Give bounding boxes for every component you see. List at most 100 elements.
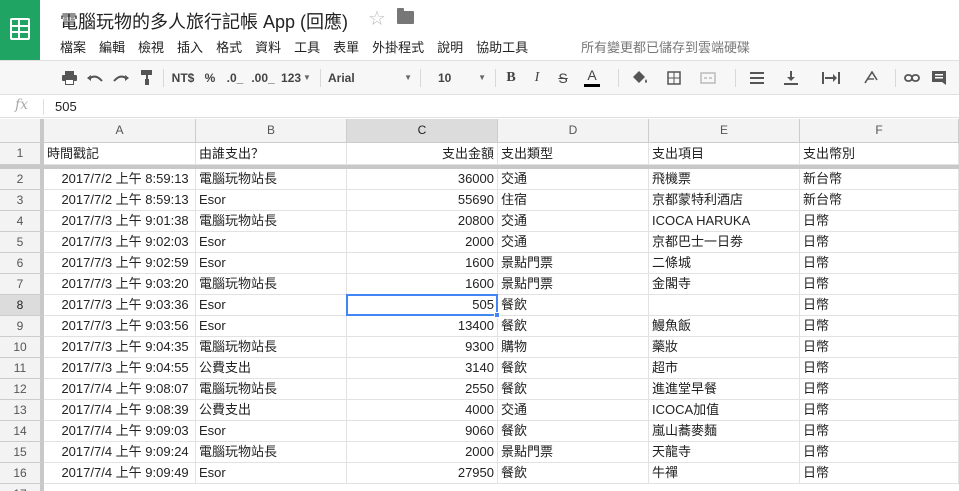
formula-input[interactable]: 505 xyxy=(55,99,77,114)
column-header-f[interactable]: F xyxy=(800,119,959,143)
cell[interactable]: 13400 xyxy=(347,316,498,337)
undo-icon[interactable] xyxy=(84,61,106,94)
cell[interactable]: 景點門票 xyxy=(498,253,649,274)
row-header[interactable]: 13 xyxy=(0,400,44,421)
cell[interactable]: 2017/7/4 上午 9:09:03 xyxy=(44,421,196,442)
borders-icon[interactable] xyxy=(660,61,688,94)
cell[interactable]: ICOCA加值 xyxy=(649,400,800,421)
cell[interactable]: 京都蒙特利酒店 xyxy=(649,190,800,211)
paint-format-icon[interactable] xyxy=(136,61,158,94)
menu-item[interactable]: 工具 xyxy=(294,37,320,56)
cell[interactable]: 2017/7/3 上午 9:04:55 xyxy=(44,358,196,379)
cell[interactable]: 2017/7/4 上午 9:08:07 xyxy=(44,379,196,400)
redo-icon[interactable] xyxy=(110,61,132,94)
cell[interactable]: 2017/7/3 上午 9:03:56 xyxy=(44,316,196,337)
row-header[interactable]: 16 xyxy=(0,463,44,484)
vertical-align-icon[interactable] xyxy=(778,61,804,94)
cell[interactable]: 505 xyxy=(347,295,498,316)
cell[interactable]: 2017/7/3 上午 9:02:03 xyxy=(44,232,196,253)
cell[interactable]: 日幣 xyxy=(800,211,959,232)
cell[interactable]: 日幣 xyxy=(800,337,959,358)
cell[interactable]: 1600 xyxy=(347,253,498,274)
menu-item[interactable]: 檢視 xyxy=(138,37,164,56)
column-header-e[interactable]: E xyxy=(649,119,800,143)
menu-item[interactable]: 外掛程式 xyxy=(372,37,424,56)
cell[interactable]: 藥妝 xyxy=(649,337,800,358)
menu-item[interactable]: 檔案 xyxy=(60,37,86,56)
cell[interactable]: 支出項目 xyxy=(649,143,800,165)
cell[interactable]: 9300 xyxy=(347,337,498,358)
cell[interactable]: 日幣 xyxy=(800,442,959,463)
column-header-d[interactable]: D xyxy=(498,119,649,143)
cell[interactable]: 日幣 xyxy=(800,295,959,316)
select-all-corner[interactable] xyxy=(0,119,44,143)
bold-button[interactable]: B xyxy=(501,61,521,94)
cell[interactable]: 嵐山蕎麥麵 xyxy=(649,421,800,442)
cell[interactable]: ICOCA HARUKA xyxy=(649,211,800,232)
row-header[interactable]: 2 xyxy=(0,169,44,190)
italic-button[interactable]: I xyxy=(527,61,547,94)
row-header[interactable]: 12 xyxy=(0,379,44,400)
cell[interactable]: 日幣 xyxy=(800,379,959,400)
print-icon[interactable] xyxy=(58,61,80,94)
font-family-dropdown[interactable]: Arial ▼ xyxy=(326,61,414,94)
row-header[interactable]: 11 xyxy=(0,358,44,379)
text-rotation-icon[interactable] xyxy=(856,61,886,94)
decrease-decimal-button[interactable]: .0_ xyxy=(222,61,248,94)
percent-format-button[interactable]: % xyxy=(200,61,220,94)
cell[interactable]: Esor xyxy=(196,232,347,253)
cell[interactable]: Esor xyxy=(196,253,347,274)
cell[interactable]: 2017/7/3 上午 9:03:36 xyxy=(44,295,196,316)
row-header[interactable]: 3 xyxy=(0,190,44,211)
row-header[interactable]: 14 xyxy=(0,421,44,442)
strikethrough-button[interactable]: S xyxy=(553,61,573,94)
text-color-button[interactable]: A xyxy=(577,61,607,94)
cell[interactable]: 電腦玩物站長 xyxy=(196,211,347,232)
document-title[interactable]: 電腦玩物的多人旅行記帳 App (回應) xyxy=(60,8,348,34)
cell[interactable]: 公費支出 xyxy=(196,400,347,421)
cell[interactable]: 2000 xyxy=(347,442,498,463)
cell[interactable]: 2017/7/4 上午 9:09:49 xyxy=(44,463,196,484)
font-size-dropdown[interactable]: 10 ▼ xyxy=(436,61,488,94)
text-wrapping-icon[interactable] xyxy=(816,61,846,94)
cell[interactable]: 餐飲 xyxy=(498,463,649,484)
row-header[interactable]: 15 xyxy=(0,442,44,463)
cell[interactable]: 9060 xyxy=(347,421,498,442)
row-header[interactable]: 5 xyxy=(0,232,44,253)
cell[interactable]: 京都巴士一日劵 xyxy=(649,232,800,253)
row-header[interactable]: 7 xyxy=(0,274,44,295)
menu-item[interactable]: 格式 xyxy=(216,37,242,56)
cell[interactable]: 時間戳記 xyxy=(44,143,196,165)
cell[interactable]: 2017/7/3 上午 9:03:20 xyxy=(44,274,196,295)
currency-format-button[interactable]: NT$ xyxy=(168,61,198,94)
save-status[interactable]: 所有變更都已儲存到雲端硬碟 xyxy=(581,37,750,56)
cell[interactable]: 超市 xyxy=(649,358,800,379)
column-header-a[interactable]: A xyxy=(44,119,196,143)
cell[interactable]: 交通 xyxy=(498,169,649,190)
column-header-c[interactable]: C xyxy=(347,119,498,143)
cell[interactable]: 購物 xyxy=(498,337,649,358)
cell[interactable]: 電腦玩物站長 xyxy=(196,274,347,295)
increase-decimal-button[interactable]: .00_ xyxy=(250,61,276,94)
cell[interactable]: 20800 xyxy=(347,211,498,232)
horizontal-align-icon[interactable] xyxy=(744,61,770,94)
cell[interactable]: 支出幣別 xyxy=(800,143,959,165)
cell[interactable]: Esor xyxy=(196,463,347,484)
cell[interactable]: 景點門票 xyxy=(498,274,649,295)
more-formats-dropdown[interactable]: 123 ▼ xyxy=(276,61,316,94)
cell[interactable]: 餐飲 xyxy=(498,379,649,400)
merge-cells-icon[interactable] xyxy=(694,61,722,94)
cell[interactable]: 電腦玩物站長 xyxy=(196,442,347,463)
cell[interactable]: 4000 xyxy=(347,400,498,421)
cell[interactable]: 日幣 xyxy=(800,421,959,442)
menu-item[interactable]: 編輯 xyxy=(99,37,125,56)
cell[interactable]: 36000 xyxy=(347,169,498,190)
cell[interactable]: 日幣 xyxy=(800,253,959,274)
cell[interactable]: Esor xyxy=(196,421,347,442)
cell[interactable]: 餐飲 xyxy=(498,316,649,337)
menu-item[interactable]: 插入 xyxy=(177,37,203,56)
cell[interactable]: 2017/7/3 上午 9:02:59 xyxy=(44,253,196,274)
cell[interactable]: 2000 xyxy=(347,232,498,253)
menu-item[interactable]: 協助工具 xyxy=(476,37,528,56)
cell[interactable]: 2017/7/4 上午 9:09:24 xyxy=(44,442,196,463)
